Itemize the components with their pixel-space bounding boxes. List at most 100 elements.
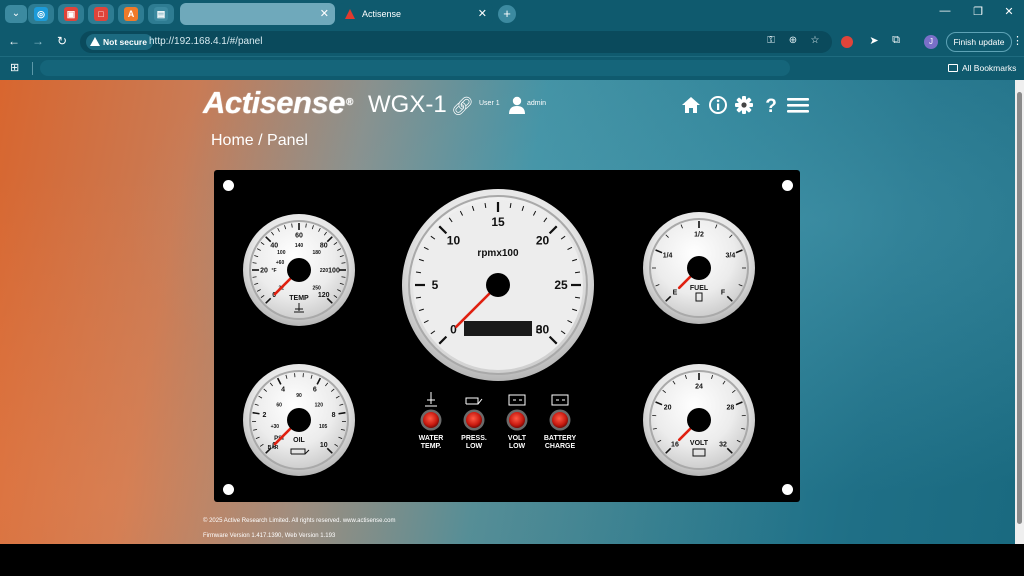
temp-inner-tick-label: 100 (277, 250, 286, 256)
volt-label: VOLT (690, 440, 709, 447)
hamburger-menu-icon[interactable] (786, 94, 810, 116)
new-tab-button[interactable]: + (498, 5, 516, 23)
home-icon[interactable] (680, 94, 702, 116)
rpm-gauge: 051015202530rpmx100H (402, 189, 594, 381)
user-icon[interactable] (509, 96, 525, 114)
window-close-icon[interactable]: ✕ (1001, 5, 1017, 18)
logo-registered-mark: ® (345, 97, 353, 108)
page-scrollbar[interactable] (1015, 80, 1024, 544)
fuel-tick-label: F (721, 289, 726, 296)
reload-icon[interactable]: ↻ (54, 34, 70, 48)
tab-favicon-icon: ▣ (64, 7, 78, 21)
volt-low-label-line2: LOW (509, 443, 526, 450)
zoom-icon[interactable]: ⊕ (786, 35, 800, 46)
instrument-panel: 02040608010012032°F100140180220250+60TEM… (214, 170, 800, 502)
oil-outer-tick-label: 6 (313, 386, 317, 393)
link-icon[interactable]: 🔗︎ (451, 96, 474, 117)
oil-major-tick (338, 411, 346, 415)
breadcrumb: Home / Panel (211, 132, 308, 149)
info-icon[interactable] (707, 94, 729, 116)
fuel-label: FUEL (690, 285, 709, 292)
close-icon[interactable]: ✕ (320, 3, 329, 25)
forward-arrow-icon[interactable]: → (30, 34, 46, 48)
help-question-icon[interactable]: ? (760, 94, 782, 116)
tab-blank[interactable]: ✕ (180, 3, 335, 25)
rpm-hub (486, 273, 510, 297)
security-chip[interactable]: Not secure (86, 34, 153, 50)
bar-label: BAR (268, 445, 279, 451)
press-low-label-line1: PRESS. (461, 435, 487, 442)
water-temp-lamp (423, 412, 439, 428)
browser-toolbar: ← → ↻ Not secure http://192.168.4.1/#/pa… (0, 28, 1024, 56)
battery-charge-icon (551, 394, 569, 406)
logo-text: Actisense (203, 85, 345, 120)
taskbar-area (0, 544, 1024, 576)
rpm-tick-label: 25 (554, 278, 568, 292)
temp-outer-tick-label: 20 (260, 267, 268, 274)
gauges-svg: 02040608010012032°F100140180220250+60TEM… (243, 189, 755, 476)
tab-favicon-icon: ▤ (154, 7, 168, 21)
tab-actisense[interactable]: Actisense ✕ (338, 3, 493, 25)
volt-tick-label: 32 (719, 441, 727, 448)
bookmarks-divider (32, 62, 33, 75)
temp-outer-tick-label: 40 (270, 243, 278, 250)
actisense-favicon-icon (345, 9, 355, 19)
volt-hub (687, 408, 711, 432)
back-arrow-icon[interactable]: ← (6, 34, 22, 48)
finish-update-button[interactable]: Finish update (946, 32, 1012, 52)
battery-charge-label-line2: CHARGE (545, 443, 576, 450)
footer-firmware-version: Firmware Version 1.417.1390, Web Version… (203, 533, 336, 539)
pinned-tab-2[interactable]: ▣ (58, 4, 84, 24)
address-bar[interactable]: Not secure http://192.168.4.1/#/panel ⚿ … (80, 31, 832, 53)
bookmark-star-icon[interactable]: ☆ (808, 35, 822, 46)
fuel-hub (687, 256, 711, 280)
fuel-tick-label: E (673, 289, 678, 296)
bookmarks-bar: ⊞ All Bookmarks (0, 56, 1024, 80)
minimize-icon[interactable]: — (937, 5, 953, 17)
tab-search-button[interactable]: ⌄ (5, 5, 27, 23)
settings-gear-icon[interactable] (733, 94, 755, 116)
pinned-tab-4[interactable]: A (118, 4, 144, 24)
username: admin (527, 100, 547, 107)
temp-inner-tick-label: 250 (313, 285, 322, 291)
profile-avatar[interactable]: J (924, 35, 938, 49)
tab-favicon-icon: ◎ (34, 7, 48, 21)
pinned-tab-5[interactable]: ▤ (148, 4, 174, 24)
oil-gauge: 0246810+306090120105PSIBAROIL (243, 364, 355, 476)
close-icon[interactable]: ✕ (478, 3, 487, 25)
svg-text:?: ? (765, 96, 777, 116)
rpm-unit-label: rpmx100 (477, 248, 519, 259)
volt-gauge: 16 20 24 28 32 VOLT (643, 364, 755, 476)
actisense-logo[interactable]: Actisense® (203, 86, 353, 120)
tab-title: Actisense (362, 9, 402, 19)
password-key-icon[interactable]: ⚿ (764, 35, 778, 46)
folder-icon (948, 64, 958, 72)
apps-grid-icon[interactable]: ⊞ (10, 61, 24, 75)
extension-arrow-icon[interactable]: ➤ (866, 34, 882, 47)
oil-inner-tick-label: 60 (276, 403, 282, 409)
volt-tick-label: 28 (727, 404, 735, 411)
press-low-lamp (466, 412, 482, 428)
all-bookmarks-button[interactable]: All Bookmarks (948, 61, 1016, 75)
extensions-puzzle-icon[interactable]: ⧉ (888, 34, 904, 47)
scrollbar-thumb[interactable] (1017, 92, 1022, 524)
pinned-tab-3[interactable]: □ (88, 4, 114, 24)
temp-outer-tick-label: 60 (295, 232, 303, 239)
temp-inner-tick-label: 180 (313, 250, 322, 256)
screen: ⌄ ◎ ▣ □ A ▤ ✕ Actisense ✕ + — ❐ ✕ ← → ↻ Not … (0, 0, 1024, 576)
restore-icon[interactable]: ❐ (970, 5, 986, 18)
url-text[interactable]: http://192.168.4.1/#/panel (149, 31, 262, 53)
fuel-tick-label: 1/4 (663, 252, 673, 259)
oil-outer-tick-label: 8 (332, 412, 336, 419)
pinned-tab-1[interactable]: ◎ (28, 4, 54, 24)
user-label: User 1 (479, 100, 500, 107)
rpm-tick-label: 5 (432, 278, 439, 292)
hours-suffix: H (536, 325, 543, 335)
bookmarks-area (40, 60, 790, 76)
oil-inner-tick-label: 90 (296, 393, 302, 399)
extension-icon[interactable] (841, 36, 853, 48)
oil-inner-tick-label: 120 (315, 403, 324, 409)
battery-charge-lamp (552, 412, 568, 428)
temp-inner-tick-label: °F (271, 268, 276, 274)
browser-menu-icon[interactable]: ⋮ (1012, 34, 1023, 47)
